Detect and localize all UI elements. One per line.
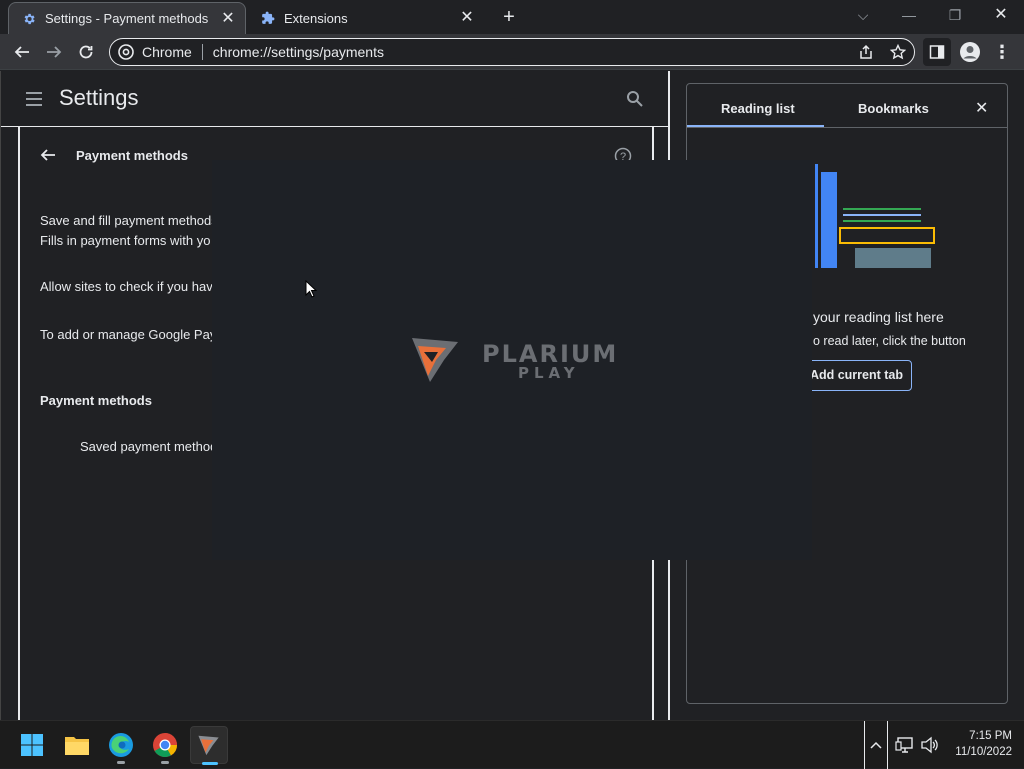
puzzle-icon [260,10,276,26]
close-tab-icon[interactable]: ✕ [458,9,476,27]
back-arrow-icon[interactable] [40,147,56,168]
restore-icon[interactable]: ❐ [941,4,969,26]
edge-icon[interactable] [102,726,140,764]
settings-header: Settings [1,71,669,127]
back-arrow-icon [14,46,29,58]
volume-icon[interactable] [920,736,940,759]
new-tab-button[interactable]: + [498,6,520,28]
clock-date[interactable]: 11/10/2022 [940,746,1012,758]
tab-search-icon[interactable]: ⌵ [849,4,877,26]
plarium-logo-icon [410,334,462,384]
windows-start-icon[interactable] [13,726,51,764]
file-explorer-icon[interactable] [58,726,96,764]
clock-time[interactable]: 7:15 PM [948,730,1012,742]
share-icon[interactable] [852,38,880,66]
show-hidden-icons-chevron-icon[interactable] [864,721,888,769]
forward-arrow-icon [47,46,62,58]
save-fill-desc: Fills in payment forms with yo [40,233,211,248]
empty-state-desc: o read later, click the button [813,334,966,348]
subpage-title: Payment methods [76,148,188,163]
saved-methods-text: Saved payment method [80,439,218,454]
settings-title: Settings [59,85,139,110]
plarium-taskbar-icon[interactable] [190,726,228,765]
close-tab-icon[interactable]: ✕ [219,10,237,28]
save-fill-title: Save and fill payment methods [40,213,218,228]
chrome-taskbar-icon[interactable] [146,726,184,764]
plarium-splash-window: PLARIUM PLAY [212,160,812,560]
tab-label: Settings - Payment methods [45,11,209,26]
tab-settings[interactable]: Settings - Payment methods ✕ [8,2,246,34]
brand-text-line2: PLAY [518,364,580,382]
reading-list-illustration [813,164,937,268]
hamburger-menu-icon[interactable] [25,91,43,107]
divider [687,127,1007,128]
windows-taskbar: 7:15 PM 11/10/2022 [0,720,1024,769]
tab-strip: Settings - Payment methods ✕ Extensions … [0,0,1024,34]
search-icon[interactable] [626,90,643,112]
profile-avatar-icon[interactable] [956,38,984,66]
address-bar[interactable]: Chrome chrome://settings/payments [109,38,915,66]
close-panel-icon[interactable]: ✕ [975,98,988,118]
tab-label: Extensions [284,10,348,26]
minimize-icon[interactable]: — [895,4,923,26]
site-chip[interactable]: Chrome [110,44,203,60]
browser-toolbar: Chrome chrome://settings/payments ⋮ [0,34,1024,70]
back-button[interactable] [8,38,36,66]
gear-icon [21,11,37,27]
window-close-icon[interactable]: ✕ [987,4,1015,26]
more-menu-icon[interactable]: ⋮ [988,38,1016,66]
add-current-tab-button[interactable]: Add current tab [799,360,912,391]
reload-icon [79,45,93,59]
payment-methods-heading: Payment methods [40,393,152,408]
google-pay-link[interactable]: To add or manage Google Pay [40,327,216,342]
forward-button[interactable] [40,38,68,66]
network-icon[interactable] [895,736,915,759]
side-panel-icon[interactable] [923,38,951,66]
chrome-icon [118,44,134,60]
bookmark-star-icon[interactable] [884,38,912,66]
mouse-cursor-icon [305,279,318,298]
tab-extensions[interactable]: Extensions ✕ [248,2,488,34]
tab-reading-list[interactable]: Reading list [721,101,795,116]
reload-button[interactable] [72,38,100,66]
chip-label: Chrome [142,44,192,60]
empty-state-title: your reading list here [813,309,944,325]
tab-bookmarks[interactable]: Bookmarks [858,101,929,116]
allow-sites-label: Allow sites to check if you hav [40,279,213,294]
url-text[interactable]: chrome://settings/payments [203,44,384,60]
